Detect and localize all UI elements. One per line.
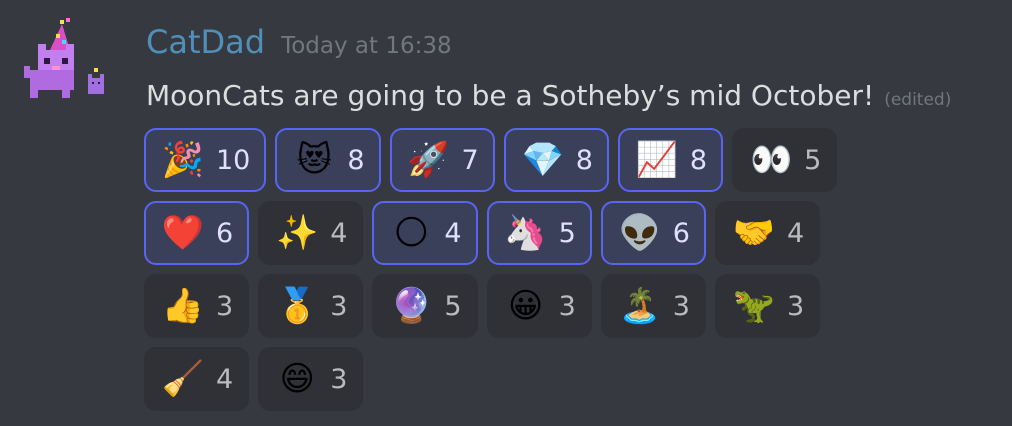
- reaction-count: 4: [786, 217, 805, 249]
- thumbs-up-icon: 👍: [161, 286, 205, 326]
- reaction-thumbs-up[interactable]: 👍 3: [144, 274, 250, 338]
- reaction-red-heart[interactable]: ❤️ 6: [144, 201, 250, 265]
- reaction-gold-medal[interactable]: 🥇 3: [258, 274, 364, 338]
- avatar[interactable]: [22, 18, 114, 110]
- message-text: MoonCats are going to be a Sotheby’s mid…: [146, 79, 875, 112]
- unicorn-icon: 🦄: [504, 213, 547, 253]
- gem-icon: 💎: [521, 140, 564, 180]
- reaction-count: 3: [216, 290, 234, 322]
- reaction-crystal-ball[interactable]: 🔮 5: [372, 274, 478, 338]
- reaction-grinning-face[interactable]: 😀 3: [486, 274, 592, 338]
- reaction-row: ❤️ 6 ✨ 4 🌕 4 🦄 5 👽 6 🤝 4: [144, 201, 1004, 265]
- reaction-count: 4: [216, 363, 234, 395]
- reaction-unicorn[interactable]: 🦄 5: [486, 201, 592, 265]
- handshake-icon: 🤝: [732, 213, 776, 253]
- reaction-row: 🧹 4 😄 3: [144, 347, 1004, 411]
- grinning-face-icon: 😀: [507, 286, 544, 326]
- reaction-alien[interactable]: 👽 6: [600, 201, 706, 265]
- t-rex-icon: 🦖: [732, 286, 776, 326]
- reaction-count: 3: [672, 290, 690, 322]
- rocket-icon: 🚀: [407, 140, 450, 180]
- reaction-eyes[interactable]: 👀 5: [732, 128, 838, 192]
- gold-medal-icon: 🥇: [276, 286, 319, 326]
- crystal-ball-icon: 🔮: [390, 286, 433, 326]
- reaction-count: 5: [804, 144, 822, 176]
- broom-icon: 🧹: [161, 359, 205, 399]
- full-moon-icon: 🌕: [393, 213, 430, 253]
- reaction-broom[interactable]: 🧹 4: [144, 347, 250, 411]
- reaction-count: 8: [575, 144, 593, 176]
- heart-eyes-cat-icon: 😻: [296, 140, 333, 180]
- reaction-count: 7: [461, 144, 479, 176]
- reaction-full-moon[interactable]: 🌕 4: [372, 201, 478, 265]
- reaction-party-popper[interactable]: 🎉 10: [144, 128, 267, 192]
- reaction-gem[interactable]: 💎 8: [503, 128, 609, 192]
- red-heart-icon: ❤️: [161, 213, 205, 253]
- reaction-heart-eyes-cat[interactable]: 😻 8: [275, 128, 381, 192]
- reaction-count: 8: [689, 144, 708, 176]
- reaction-count: 4: [330, 217, 348, 249]
- reaction-count: 3: [786, 290, 805, 322]
- edited-label: (edited): [884, 90, 952, 110]
- timestamp[interactable]: Today at 16:38: [281, 33, 452, 59]
- party-cat-avatar-icon: [24, 18, 104, 98]
- reaction-count: 8: [347, 144, 365, 176]
- reaction-row: 🎉 10 😻 8 🚀 7 💎 8 📈 8 👀 5: [144, 128, 1004, 192]
- message-body: MoonCats are going to be a Sotheby’s mid…: [146, 78, 951, 114]
- reactions-container: 🎉 10 😻 8 🚀 7 💎 8 📈 8 👀 5 ❤️ 6 ✨ 4 🌕 4 🦄 …: [144, 128, 1004, 420]
- reaction-count: 4: [444, 217, 462, 249]
- message-header: CatDad Today at 16:38: [146, 22, 452, 66]
- username[interactable]: CatDad: [146, 22, 265, 62]
- chart-increasing-icon: 📈: [635, 140, 679, 180]
- reaction-desert-island[interactable]: 🏝️ 3: [600, 274, 706, 338]
- smiling-face-icon: 😄: [279, 359, 315, 399]
- eyes-icon: 👀: [749, 140, 793, 180]
- reaction-count: 6: [672, 217, 690, 249]
- reaction-handshake[interactable]: 🤝 4: [714, 201, 821, 265]
- reaction-count: 3: [558, 290, 576, 322]
- reaction-count: 3: [330, 290, 348, 322]
- reaction-sparkles[interactable]: ✨ 4: [258, 201, 364, 265]
- sparkles-icon: ✨: [276, 213, 319, 253]
- alien-icon: 👽: [618, 213, 661, 253]
- reaction-count: 6: [216, 217, 234, 249]
- reaction-smiling-face[interactable]: 😄 3: [258, 347, 364, 411]
- reaction-t-rex[interactable]: 🦖 3: [714, 274, 821, 338]
- reaction-count: 5: [444, 290, 462, 322]
- reaction-chart-increasing[interactable]: 📈 8: [617, 128, 724, 192]
- reaction-count: 3: [330, 363, 348, 395]
- reaction-count: 5: [558, 217, 576, 249]
- party-popper-icon: 🎉: [161, 140, 205, 180]
- desert-island-icon: 🏝️: [618, 286, 661, 326]
- reaction-count: 10: [216, 144, 251, 176]
- reaction-rocket[interactable]: 🚀 7: [389, 128, 495, 192]
- reaction-row: 👍 3 🥇 3 🔮 5 😀 3 🏝️ 3 🦖 3: [144, 274, 1004, 338]
